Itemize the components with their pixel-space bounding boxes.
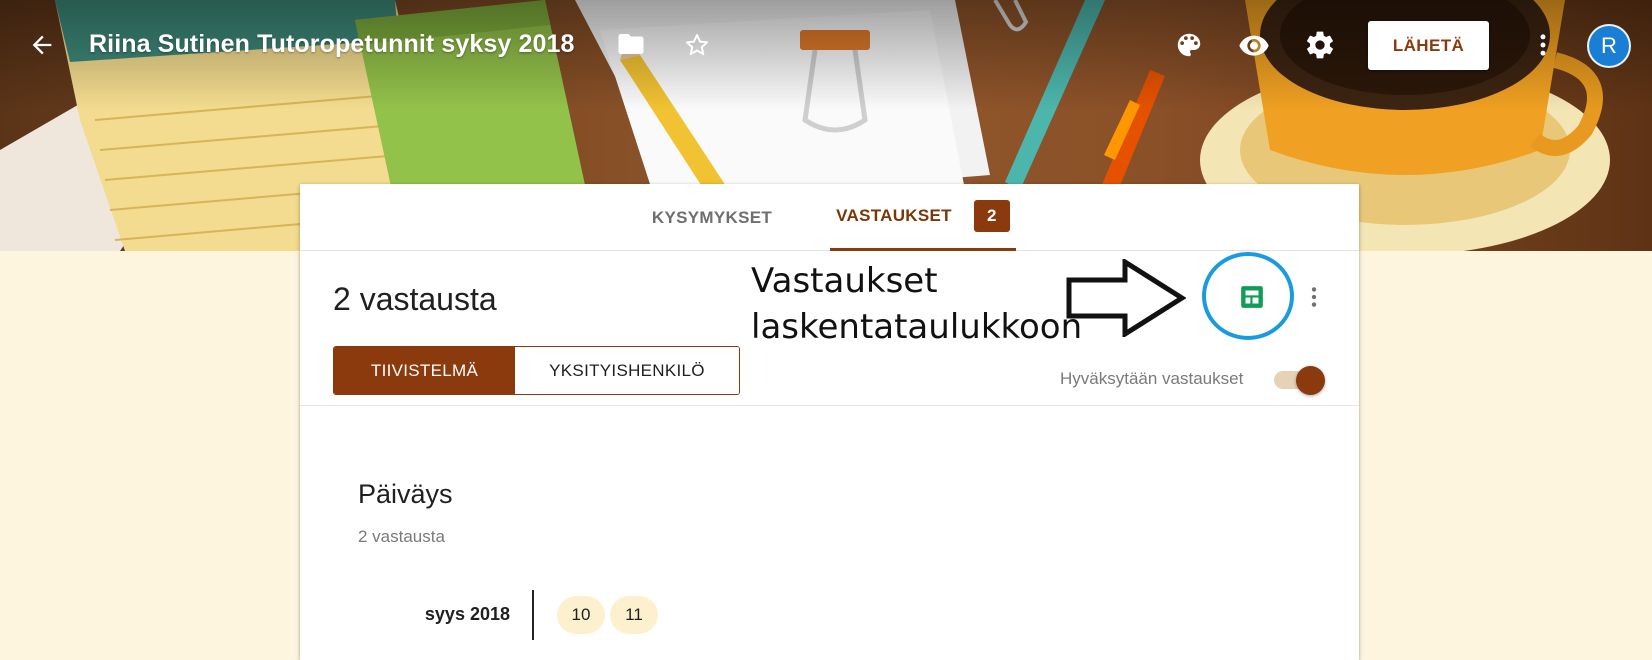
summary-view-button[interactable]: TIIVISTELMÄ <box>334 347 515 394</box>
individual-view-button[interactable]: YKSITYISHENKILÖ <box>515 347 739 394</box>
more-vert-icon <box>1540 34 1546 56</box>
back-arrow-icon <box>32 35 52 55</box>
palette-icon <box>1177 33 1201 57</box>
more-options-button[interactable] <box>1521 23 1565 67</box>
gear-icon <box>1307 31 1333 59</box>
month-divider <box>532 590 534 640</box>
annotation-arrow-icon <box>1066 259 1186 337</box>
responses-more-button[interactable] <box>1292 275 1336 319</box>
month-label: syys 2018 <box>424 604 510 624</box>
annotation-circle <box>1202 252 1294 340</box>
folder-icon <box>618 34 644 54</box>
tab-questions[interactable]: KYSYMYKSET <box>637 184 787 251</box>
star-button[interactable] <box>675 23 719 67</box>
send-button[interactable]: LÄHETÄ <box>1368 21 1489 70</box>
tab-responses-label: VASTAUKSET <box>836 206 952 225</box>
annotation-text: Vastaukset laskentataulukkoon <box>751 258 1082 350</box>
preview-button[interactable] <box>1232 23 1276 67</box>
tab-questions-label: KYSYMYKSET <box>651 207 773 227</box>
top-app-bar: Riina Sutinen Tutoropetunnit syksy 2018 … <box>0 0 1652 92</box>
annotation-line-1: Vastaukset <box>751 261 938 301</box>
day-chip: 11 <box>610 596 658 634</box>
form-title[interactable]: Riina Sutinen Tutoropetunnit syksy 2018 <box>89 30 574 59</box>
accepting-responses-switch[interactable] <box>1272 364 1326 396</box>
form-tabs: KYSYMYKSET VASTAUKSET 2 <box>300 184 1359 251</box>
response-count-badge: 2 <box>973 200 1010 232</box>
back-button[interactable] <box>20 23 64 67</box>
question-response-count: 2 vastausta <box>358 527 445 546</box>
question-title: Päiväys <box>358 479 453 509</box>
settings-button[interactable] <box>1298 23 1342 67</box>
customize-theme-button[interactable] <box>1167 23 1211 67</box>
move-to-folder-button[interactable] <box>609 22 653 66</box>
switch-thumb <box>1296 366 1325 395</box>
day-chip: 10 <box>557 596 605 634</box>
response-view-toggle: TIIVISTELMÄ YKSITYISHENKILÖ <box>333 346 740 395</box>
response-count-heading: 2 vastausta <box>333 281 497 317</box>
star-icon <box>685 34 709 56</box>
tab-responses[interactable]: VASTAUKSET 2 <box>830 184 1016 251</box>
annotation-line-2: laskentataulukkoon <box>751 307 1083 347</box>
account-avatar[interactable]: R <box>1587 24 1631 68</box>
more-vert-icon <box>1311 287 1317 307</box>
eye-icon <box>1239 35 1269 56</box>
accepting-responses-label: Hyväksytään vastaukset <box>1060 369 1244 388</box>
